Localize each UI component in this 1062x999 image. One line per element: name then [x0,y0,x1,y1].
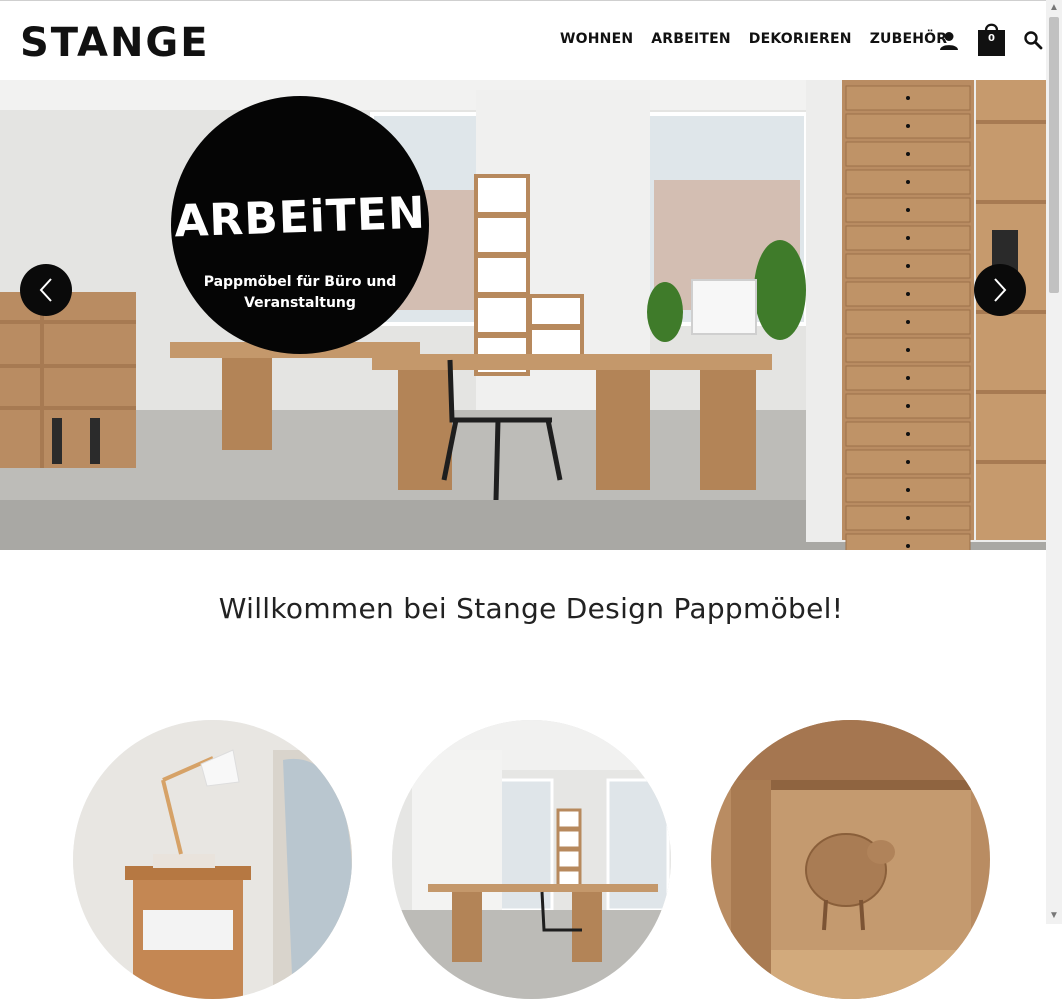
hero-image [0,80,1046,550]
site-header: STANGE WOHNEN ARBEITEN DEKORIEREN ZUBEHÖ… [0,0,1046,76]
chevron-left-icon [39,278,52,302]
chevron-right-icon [994,278,1007,302]
cart-count: 0 [988,33,995,44]
cardboard-sheep-photo [711,720,990,999]
nav-item-dekorieren[interactable]: DEKORIEREN [749,31,852,47]
nav-item-wohnen[interactable]: WOHNEN [560,31,633,47]
living-room-photo [73,720,352,999]
category-wohnen-image[interactable] [73,720,352,999]
vertical-scrollbar[interactable]: ▲ ▼ [1046,0,1062,924]
office-photo [392,720,671,999]
logo[interactable]: STANGE [20,20,220,66]
category-dekorieren-image[interactable] [711,720,990,999]
search-icon[interactable] [1023,30,1043,50]
main-nav: WOHNEN ARBEITEN DEKORIEREN ZUBEHÖR [560,31,965,47]
cart-button[interactable]: 0 [978,21,1005,56]
slider-next-button[interactable] [974,264,1026,316]
scroll-up-arrow-icon[interactable]: ▲ [1046,0,1062,16]
hero-subtitle: Pappmöbel für Büro und Veranstaltung [203,274,397,311]
nav-item-arbeiten[interactable]: ARBEITEN [651,31,731,47]
svg-text:STANGE: STANGE [20,23,210,59]
nav-item-zubehoer[interactable]: ZUBEHÖR [870,31,948,47]
hero-slider: ARBEiTEN Pappmöbel für Büro und Veransta… [0,80,1046,550]
hero-badge[interactable]: ARBEiTEN Pappmöbel für Büro und Veransta… [171,96,429,354]
scroll-down-arrow-icon[interactable]: ▼ [1046,908,1062,924]
welcome-heading: Willkommen bei Stange Design Pappmöbel! [218,592,844,625]
stange-logo-icon: STANGE [20,20,210,66]
hero-title: ARBEiTEN [173,187,427,248]
scroll-thumb[interactable] [1049,17,1059,293]
category-arbeiten-image[interactable] [392,720,671,999]
user-icon[interactable] [938,30,960,52]
slider-prev-button[interactable] [20,264,72,316]
